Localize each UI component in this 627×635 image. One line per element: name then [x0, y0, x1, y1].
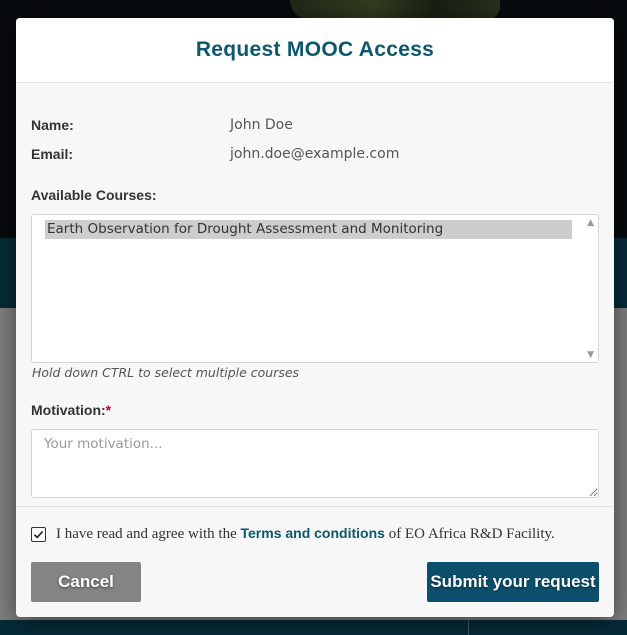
name-row: Name: John Doe — [31, 117, 293, 133]
courses-hint: Hold down CTRL to select multiple course… — [32, 365, 300, 380]
course-option[interactable]: Earth Observation for Drought Assessment… — [45, 220, 572, 239]
terms-link[interactable]: Terms and conditions — [241, 525, 385, 541]
cancel-button[interactable]: Cancel — [31, 562, 141, 602]
modal-title: Request MOOC Access — [195, 38, 435, 61]
modal-header: Request MOOC Access — [16, 18, 614, 83]
courses-label: Available Courses: — [31, 187, 157, 203]
request-access-modal: Request MOOC Access Name: John Doe Email… — [16, 18, 614, 617]
terms-checkbox[interactable] — [31, 526, 46, 542]
required-marker: * — [105, 402, 112, 418]
agreement-text-before: I have read and agree with the — [56, 526, 237, 542]
motivation-label: Motivation:* — [31, 402, 111, 418]
email-value: john.doe@example.com — [230, 146, 400, 162]
terms-agreement: I have read and agree with the Terms and… — [31, 525, 555, 543]
courses-select[interactable]: Earth Observation for Drought Assessment… — [31, 214, 599, 363]
agreement-text-after: of EO Africa R&D Facility. — [388, 526, 555, 542]
chevron-down-icon[interactable]: ▼ — [587, 350, 594, 360]
email-label: Email: — [31, 146, 74, 162]
email-row: Email: john.doe@example.com — [31, 146, 399, 162]
name-label: Name: — [31, 117, 74, 133]
footer-divider — [16, 506, 614, 507]
motivation-label-text: Motivation: — [31, 402, 106, 418]
agreement-text: I have read and agree with the Terms and… — [56, 525, 555, 543]
submit-request-button[interactable]: Submit your request — [427, 562, 599, 602]
check-icon — [33, 530, 44, 539]
chevron-up-icon[interactable]: ▲ — [587, 218, 594, 228]
name-value: John Doe — [230, 117, 293, 133]
motivation-input[interactable] — [31, 429, 599, 498]
